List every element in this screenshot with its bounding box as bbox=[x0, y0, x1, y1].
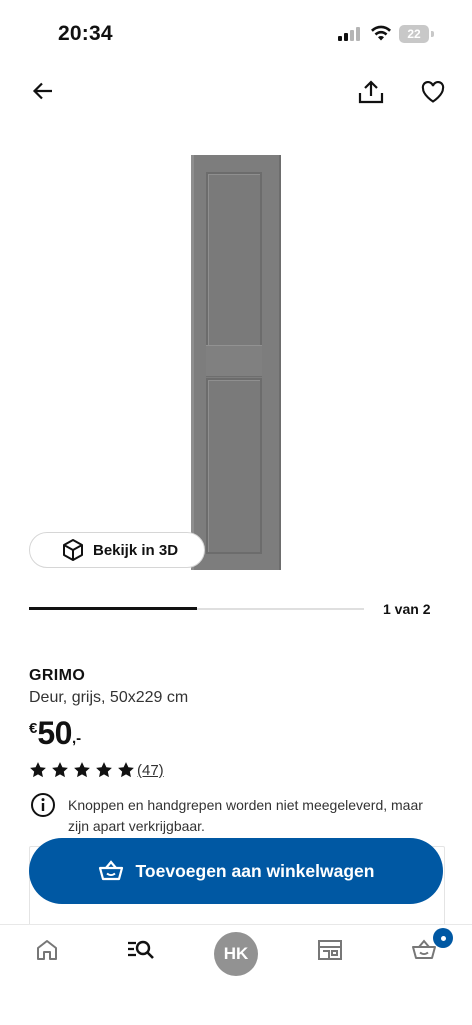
product-name: GRIMO bbox=[29, 667, 86, 684]
favorite-button[interactable] bbox=[420, 79, 446, 105]
view-3d-label: Bekijk in 3D bbox=[93, 541, 179, 559]
cellular-signal-icon bbox=[338, 27, 360, 41]
cube-icon bbox=[63, 539, 83, 561]
gallery-progress-fill bbox=[29, 607, 197, 610]
product-notice: Knoppen en handgrepen worden niet meegel… bbox=[68, 797, 423, 834]
back-button[interactable] bbox=[30, 78, 56, 104]
price-currency: € bbox=[29, 720, 38, 737]
star-icon bbox=[52, 762, 68, 778]
star-icon bbox=[74, 762, 90, 778]
price-integer: 50 bbox=[37, 715, 72, 751]
info-icon bbox=[30, 792, 56, 823]
search-list-icon bbox=[128, 940, 154, 959]
share-button[interactable] bbox=[357, 78, 385, 106]
product-image-door[interactable] bbox=[191, 155, 281, 570]
tab-stores[interactable] bbox=[317, 938, 343, 967]
price-decimal: ,- bbox=[71, 730, 82, 747]
add-to-cart-button[interactable]: Toevoegen aan winkelwagen bbox=[29, 838, 443, 904]
reviews-link[interactable]: (47) bbox=[137, 762, 164, 779]
status-time: 20:34 bbox=[58, 22, 113, 45]
product-price: € 50 ,- bbox=[29, 716, 81, 750]
view-3d-button[interactable]: Bekijk in 3D bbox=[29, 532, 205, 568]
door-upper-panel bbox=[206, 172, 262, 347]
heart-icon bbox=[421, 81, 445, 103]
tab-home[interactable] bbox=[35, 938, 59, 967]
basket-icon bbox=[98, 860, 123, 881]
share-icon bbox=[358, 80, 384, 104]
store-icon bbox=[318, 940, 342, 960]
battery-icon: 22 bbox=[399, 25, 429, 43]
rating-stars[interactable] bbox=[29, 761, 135, 779]
door-middle-rail bbox=[206, 345, 262, 377]
wifi-icon bbox=[370, 24, 392, 47]
gallery-pager: 1 van 2 bbox=[383, 601, 431, 617]
star-icon bbox=[96, 762, 112, 778]
arrow-left-icon bbox=[32, 82, 52, 100]
tab-profile-avatar[interactable]: HK bbox=[214, 932, 258, 976]
gallery-progress bbox=[29, 607, 364, 610]
product-description: Deur, grijs, 50x229 cm bbox=[29, 689, 189, 706]
home-icon bbox=[37, 940, 57, 960]
star-icon bbox=[118, 762, 134, 778]
star-icon bbox=[30, 762, 46, 778]
add-to-cart-label: Toevoegen aan winkelwagen bbox=[135, 860, 375, 881]
door-lower-panel bbox=[206, 378, 262, 554]
tab-search[interactable] bbox=[127, 938, 155, 967]
cart-badge bbox=[433, 928, 453, 948]
battery-tip bbox=[431, 31, 434, 37]
